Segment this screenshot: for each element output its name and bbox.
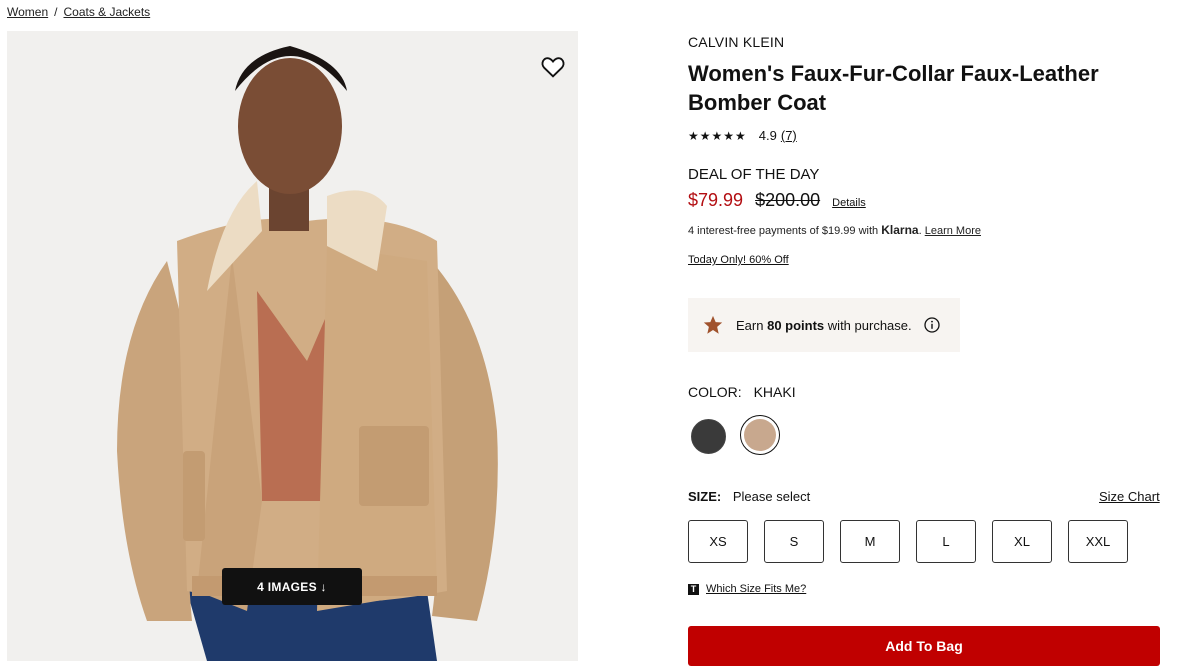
- loyalty-points-banner: Earn 80 points with purchase.: [688, 298, 960, 352]
- promo-link[interactable]: Today Only! 60% Off: [688, 254, 789, 266]
- rating[interactable]: ★★★★★ 4.9 (7): [688, 128, 797, 143]
- add-to-bag-button[interactable]: Add To Bag: [688, 626, 1160, 666]
- which-size-fits-me-link[interactable]: Which Size Fits Me?: [706, 583, 806, 595]
- breadcrumb-separator: /: [54, 5, 58, 19]
- color-selector-label: COLOR: KHAKI: [688, 384, 796, 400]
- price-row: $79.99 $200.00 Details: [688, 190, 866, 211]
- color-swatch-khaki[interactable]: [744, 419, 776, 451]
- klarna-learn-more-link[interactable]: Learn More: [925, 225, 981, 237]
- sale-price: $79.99: [688, 190, 744, 210]
- brand-name[interactable]: CALVIN KLEIN: [688, 34, 784, 50]
- favorite-button[interactable]: [539, 53, 567, 81]
- product-image[interactable]: 4 IMAGES ↓: [7, 31, 578, 661]
- breadcrumb-coats-jackets[interactable]: Coats & Jackets: [63, 5, 150, 19]
- star-icon: [703, 315, 723, 334]
- view-images-button[interactable]: 4 IMAGES ↓: [222, 568, 362, 605]
- product-photo-illustration: [117, 46, 498, 661]
- size-button-xl[interactable]: XL: [992, 520, 1052, 563]
- size-options: XS S M L XL XXL: [688, 520, 1144, 563]
- klarna-text: 4 interest-free payments of $19.99 with: [688, 225, 879, 237]
- breadcrumb-women[interactable]: Women: [7, 5, 48, 19]
- points-amount: 80 points: [767, 317, 825, 333]
- klarna-logo: Klarna: [881, 223, 919, 237]
- deal-label: DEAL OF THE DAY: [688, 166, 820, 183]
- review-count-link[interactable]: (7): [781, 128, 797, 143]
- original-price: $200.00: [755, 190, 821, 210]
- size-selector-label: SIZE: Please select: [688, 489, 810, 504]
- size-button-xs[interactable]: XS: [688, 520, 748, 563]
- color-label: COLOR:: [688, 384, 742, 400]
- breadcrumb: Women / Coats & Jackets: [7, 5, 150, 19]
- size-button-xxl[interactable]: XXL: [1068, 520, 1128, 563]
- fit-finder-icon: T: [688, 583, 699, 595]
- size-button-m[interactable]: M: [840, 520, 900, 563]
- product-title: Women's Faux-Fur-Collar Faux-Leather Bom…: [688, 61, 1099, 115]
- size-chart-link[interactable]: Size Chart: [1099, 489, 1160, 504]
- info-icon[interactable]: [923, 317, 940, 333]
- fit-finder[interactable]: T Which Size Fits Me?: [688, 583, 806, 595]
- rating-stars: ★★★★★: [688, 128, 747, 143]
- selected-color: KHAKI: [753, 384, 796, 400]
- rating-value: 4.9: [758, 128, 777, 143]
- klarna-payment-info: 4 interest-free payments of $19.99 with …: [688, 223, 981, 237]
- selected-size: Please select: [732, 489, 811, 504]
- color-swatch-black[interactable]: [691, 419, 726, 454]
- size-button-s[interactable]: S: [764, 520, 824, 563]
- size-label: SIZE:: [688, 489, 722, 504]
- details-link[interactable]: Details: [832, 197, 866, 209]
- points-text: Earn 80 points with purchase.: [736, 317, 912, 333]
- heart-icon: [541, 57, 565, 78]
- size-button-l[interactable]: L: [916, 520, 976, 563]
